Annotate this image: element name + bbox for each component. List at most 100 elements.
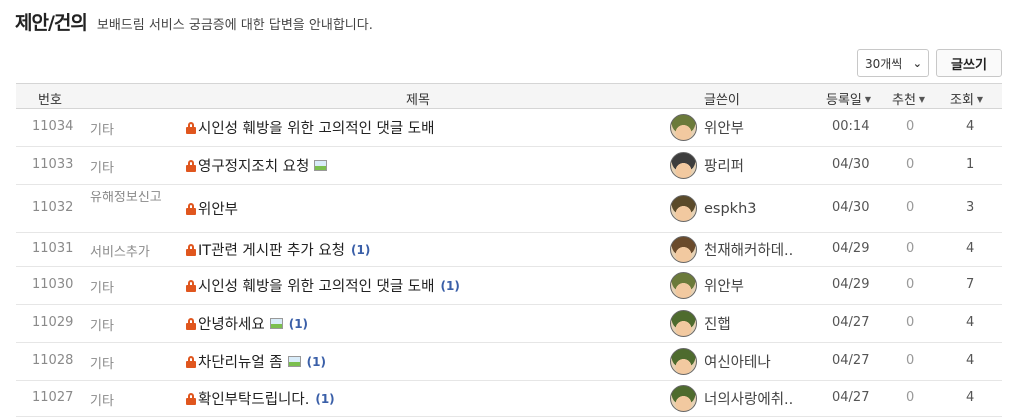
comment-count[interactable]: (1) — [351, 243, 370, 257]
post-recommend: 0 — [906, 157, 915, 172]
post-title: 확인부탁드립니다. — [198, 392, 310, 408]
post-title-link[interactable]: 확인부탁드립니다. (1) — [186, 388, 335, 409]
post-title-link[interactable]: 안녕하세요 (1) — [186, 313, 308, 334]
avatar — [670, 195, 697, 222]
table-row[interactable]: 11029 기타 안녕하세요 (1) 진햅 04/27 0 4 — [16, 305, 1002, 343]
table-row[interactable]: 11027 기타 확인부탁드립니다. (1) 너의사랑에취.. 04/27 0 … — [16, 381, 1002, 417]
post-title-link[interactable]: 영구정지조치 요청 — [186, 155, 328, 176]
comment-count[interactable]: (1) — [440, 279, 459, 293]
post-title-link[interactable]: 차단리뉴얼 좀 (1) — [186, 351, 326, 372]
post-author[interactable]: 팡리퍼 — [670, 152, 744, 179]
avatar — [670, 236, 697, 263]
post-recommend: 0 — [906, 315, 915, 330]
table-row[interactable]: 11028 기타 차단리뉴얼 좀 (1) 여신아테나 04/27 0 4 — [16, 343, 1002, 381]
post-date: 04/27 — [832, 353, 870, 368]
post-views: 1 — [966, 157, 975, 172]
post-number: 11030 — [32, 277, 74, 292]
post-views: 4 — [966, 241, 975, 256]
post-title: 차단리뉴얼 좀 — [198, 355, 283, 371]
avatar — [670, 272, 697, 299]
post-recommend: 0 — [906, 390, 915, 405]
table-row[interactable]: 11034 기타 시인성 훼방을 위한 고의적인 댓글 도배 위안부 00:14… — [16, 109, 1002, 147]
lock-icon — [186, 317, 196, 330]
post-recommend: 0 — [906, 119, 915, 134]
post-date: 04/30 — [832, 200, 870, 215]
chevron-down-icon: ⌄ — [912, 56, 922, 70]
author-name: 위안부 — [704, 279, 745, 295]
post-title: IT관련 게시판 추가 요청 — [198, 243, 346, 259]
post-category: 기타 — [90, 281, 114, 296]
col-num: 번호 — [38, 93, 62, 108]
lock-icon — [186, 279, 196, 292]
post-title: 위안부 — [198, 202, 239, 218]
lock-icon — [186, 355, 196, 368]
post-author[interactable]: 위안부 — [670, 272, 744, 299]
col-date-sort[interactable]: 등록일 ▼ — [826, 89, 871, 108]
lock-icon — [186, 159, 196, 172]
post-title-link[interactable]: 시인성 훼방을 위한 고의적인 댓글 도배 — [186, 117, 434, 138]
col-title: 제목 — [406, 93, 430, 108]
author-name: 위안부 — [704, 121, 745, 137]
post-author[interactable]: 진햅 — [670, 310, 731, 337]
author-name: 천재해커하데.. — [704, 243, 794, 259]
page-size-value: 30개씩 — [865, 56, 903, 71]
table-row[interactable]: 11031 서비스추가 IT관련 게시판 추가 요청 (1) 천재해커하데.. … — [16, 233, 1002, 267]
caret-down-icon: ▼ — [976, 95, 984, 104]
comment-count[interactable]: (1) — [307, 355, 326, 369]
post-views: 4 — [966, 390, 975, 405]
author-name: 너의사랑에취.. — [704, 392, 794, 408]
image-icon — [287, 356, 301, 367]
post-author[interactable]: 천재해커하데.. — [670, 236, 793, 263]
author-name: 팡리퍼 — [704, 159, 745, 175]
post-title-link[interactable]: 위안부 — [186, 198, 238, 219]
image-icon — [269, 318, 283, 329]
post-author[interactable]: espkh3 — [670, 195, 757, 222]
caret-down-icon: ▼ — [864, 95, 872, 104]
post-title-link[interactable]: IT관련 게시판 추가 요청 (1) — [186, 239, 370, 260]
post-title: 안녕하세요 — [198, 317, 265, 333]
author-name: 진햅 — [704, 317, 731, 333]
avatar — [670, 152, 697, 179]
comment-count[interactable]: (1) — [315, 392, 334, 406]
col-author: 글쓴이 — [704, 93, 740, 108]
post-author[interactable]: 여신아테나 — [670, 348, 771, 375]
author-name: 여신아테나 — [704, 355, 771, 371]
post-title: 시인성 훼방을 위한 고의적인 댓글 도배 — [198, 121, 435, 137]
image-icon — [314, 160, 328, 171]
post-category: 기타 — [90, 123, 114, 138]
page-size-select[interactable]: 30개씩 ⌄ — [857, 49, 929, 77]
post-title-link[interactable]: 시인성 훼방을 위한 고의적인 댓글 도배 (1) — [186, 275, 460, 296]
post-views: 7 — [966, 277, 975, 292]
col-views-sort[interactable]: 조회 ▼ — [950, 89, 983, 108]
lock-icon — [186, 392, 196, 405]
post-date: 04/27 — [832, 390, 870, 405]
post-category: 기타 — [90, 357, 114, 372]
lock-icon — [186, 121, 196, 134]
page-title: 제안/건의 — [15, 12, 88, 34]
post-category: 기타 — [90, 394, 114, 409]
page-header: 제안/건의 보배드림 서비스 궁금증에 대한 답변을 안내합니다. — [15, 8, 373, 36]
comment-count[interactable]: (1) — [289, 317, 308, 331]
post-category: 서비스추가 — [90, 245, 150, 260]
page-description: 보배드림 서비스 궁금증에 대한 답변을 안내합니다. — [96, 18, 373, 33]
write-button[interactable]: 글쓰기 — [936, 49, 1002, 77]
post-number: 11032 — [32, 200, 74, 215]
post-recommend: 0 — [906, 277, 915, 292]
table-row[interactable]: 11032 유해정보신고 위안부 espkh3 04/30 0 3 — [16, 185, 1002, 233]
caret-down-icon: ▼ — [918, 95, 926, 104]
post-date: 00:14 — [832, 119, 870, 134]
table-row[interactable]: 11030 기타 시인성 훼방을 위한 고의적인 댓글 도배 (1) 위안부 0… — [16, 267, 1002, 305]
col-recommend-sort[interactable]: 추천 ▼ — [892, 89, 925, 108]
table-row[interactable]: 11033 기타 영구정지조치 요청 팡리퍼 04/30 0 1 — [16, 147, 1002, 185]
post-recommend: 0 — [906, 200, 915, 215]
lock-icon — [186, 202, 196, 215]
post-views: 4 — [966, 353, 975, 368]
post-author[interactable]: 너의사랑에취.. — [670, 385, 793, 412]
post-date: 04/30 — [832, 157, 870, 172]
post-author[interactable]: 위안부 — [670, 114, 744, 141]
avatar — [670, 348, 697, 375]
post-views: 4 — [966, 119, 975, 134]
post-date: 04/29 — [832, 241, 870, 256]
author-name: espkh3 — [704, 200, 757, 217]
post-number: 11027 — [32, 390, 74, 405]
